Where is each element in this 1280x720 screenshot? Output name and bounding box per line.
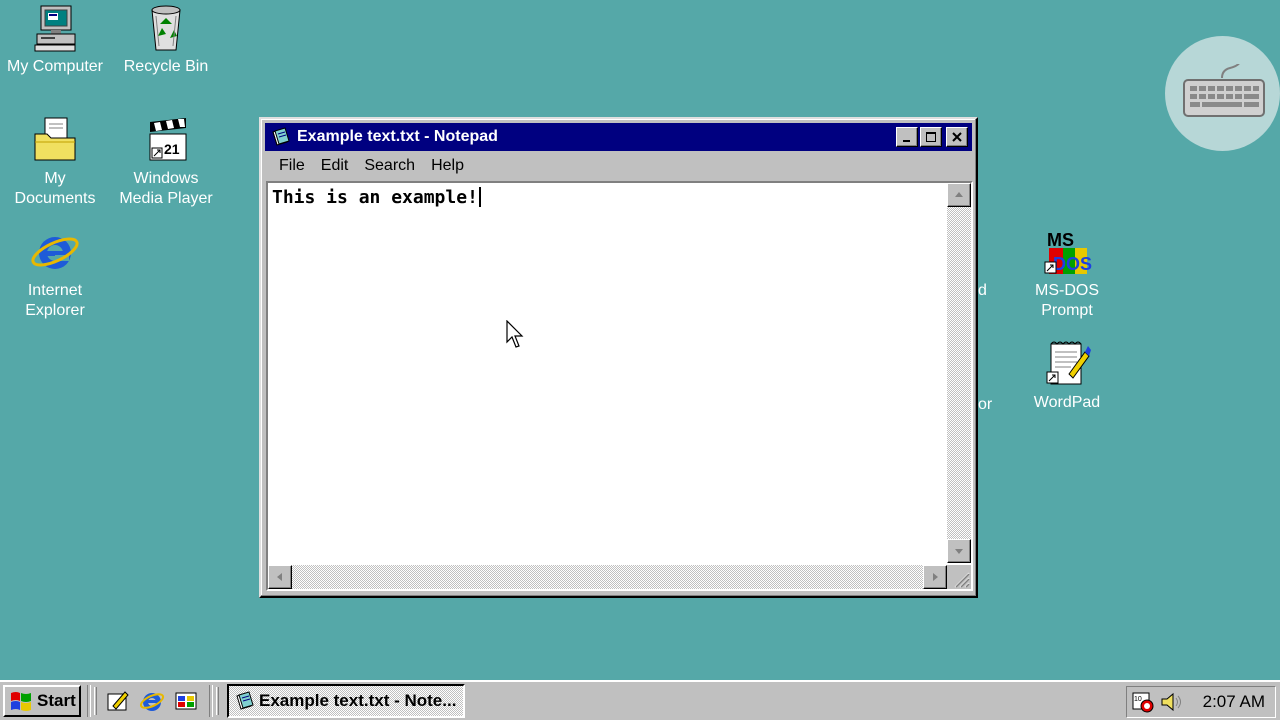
desktop-icon-label: Recycle Bin (123, 58, 209, 75)
minimize-button[interactable] (896, 127, 918, 147)
arrow-right-icon (933, 573, 938, 581)
desktop-icon-label: Windows Media Player (119, 170, 213, 207)
desktop-icon-wordpad[interactable]: WordPad (1012, 338, 1122, 413)
media-player-icon: 21 (140, 114, 192, 166)
hidden-icon-label: or (978, 396, 993, 413)
close-icon (952, 132, 962, 142)
clock[interactable]: 2:07 AM (1203, 692, 1265, 712)
internet-explorer-icon (29, 226, 81, 278)
close-button[interactable] (946, 127, 968, 147)
taskbar: Start Example text.txt - Note... 10 2:07… (0, 680, 1280, 720)
notepad-icon (272, 127, 290, 146)
desktop-icon-my-documents[interactable]: My Documents (0, 114, 110, 209)
scroll-down-button[interactable] (947, 539, 971, 563)
start-button[interactable]: Start (3, 685, 81, 717)
document-text: This is an example! (272, 187, 478, 208)
windows-logo-icon (11, 692, 31, 711)
volume-icon[interactable] (1159, 690, 1183, 714)
notepad-window: Example text.txt - Notepad File Edit Sea… (259, 117, 978, 598)
taskbar-separator (87, 685, 91, 717)
arrow-left-icon (277, 573, 282, 581)
resize-grip[interactable] (947, 565, 971, 589)
menu-help[interactable]: Help (423, 157, 472, 175)
quicklaunch-grip (94, 687, 97, 715)
start-label: Start (37, 691, 76, 710)
show-desktop-button[interactable] (104, 687, 132, 715)
scroll-right-button[interactable] (923, 565, 947, 589)
tasks-grip (216, 687, 219, 715)
desktop-icon-recycle-bin[interactable]: Recycle Bin (111, 2, 221, 77)
internet-explorer-icon (139, 693, 165, 711)
desktop-icon-label: WordPad (1033, 394, 1101, 411)
launch-channels[interactable] (172, 687, 200, 715)
channels-icon (175, 692, 197, 710)
window-title: Example text.txt - Notepad (297, 128, 498, 145)
menu-bar: File Edit Search Help (265, 153, 972, 179)
minimize-icon (903, 140, 910, 142)
taskbar-button-label: Example text.txt - Note... (259, 691, 457, 710)
svg-text:10: 10 (1134, 696, 1142, 703)
desktop-icon-media-player[interactable]: 21 Windows Media Player (111, 114, 221, 209)
svg-text:MS: MS (1047, 230, 1074, 250)
vertical-scrollbar[interactable] (947, 183, 971, 563)
msdos-icon: MS DOS (1041, 226, 1093, 278)
arrow-up-icon (955, 192, 963, 197)
keyboard-icon (1182, 63, 1265, 117)
menu-search[interactable]: Search (356, 157, 423, 175)
hidden-icon-label: d (978, 282, 987, 299)
maximize-button[interactable] (920, 127, 942, 147)
show-desktop-icon (107, 691, 129, 711)
scroll-left-button[interactable] (268, 565, 292, 589)
my-computer-icon (29, 2, 81, 54)
resize-grip-icon (954, 572, 970, 588)
system-tray: 10 2:07 AM (1126, 686, 1276, 718)
taskbar-separator (209, 685, 213, 717)
editor: This is an example! (266, 181, 973, 591)
launch-internet-explorer[interactable] (138, 687, 166, 715)
title-bar[interactable]: Example text.txt - Notepad (265, 123, 972, 151)
menu-edit[interactable]: Edit (313, 157, 357, 175)
menu-file[interactable]: File (271, 157, 313, 175)
mouse-cursor-icon (506, 320, 524, 348)
my-documents-icon (29, 114, 81, 166)
desktop-icon-label: My Computer (6, 58, 104, 75)
desktop-icon-msdos-prompt[interactable]: MS DOS MS-DOS Prompt (1012, 226, 1122, 321)
task-scheduler-icon[interactable]: 10 (1131, 690, 1155, 714)
wordpad-icon (1041, 338, 1093, 390)
horizontal-scrollbar[interactable] (268, 565, 947, 589)
recycle-bin-icon (140, 2, 192, 54)
maximize-icon (926, 132, 936, 142)
text-area[interactable]: This is an example! (270, 185, 946, 565)
scroll-up-button[interactable] (947, 183, 971, 207)
taskbar-button-notepad[interactable]: Example text.txt - Note... (227, 684, 465, 718)
desktop-icon-label: My Documents (14, 170, 96, 207)
desktop-icon-label: Internet Explorer (25, 282, 85, 319)
desktop-icon-internet-explorer[interactable]: Internet Explorer (0, 226, 110, 321)
on-screen-keyboard-button[interactable] (1165, 36, 1280, 151)
svg-text:21: 21 (164, 141, 180, 157)
desktop-icon-my-computer[interactable]: My Computer (0, 2, 110, 77)
quick-launch (101, 687, 203, 715)
arrow-down-icon (955, 549, 963, 554)
notepad-icon (236, 691, 254, 710)
svg-text:DOS: DOS (1053, 254, 1092, 274)
desktop-icon-label: MS-DOS Prompt (1035, 282, 1099, 319)
text-caret (478, 187, 481, 207)
